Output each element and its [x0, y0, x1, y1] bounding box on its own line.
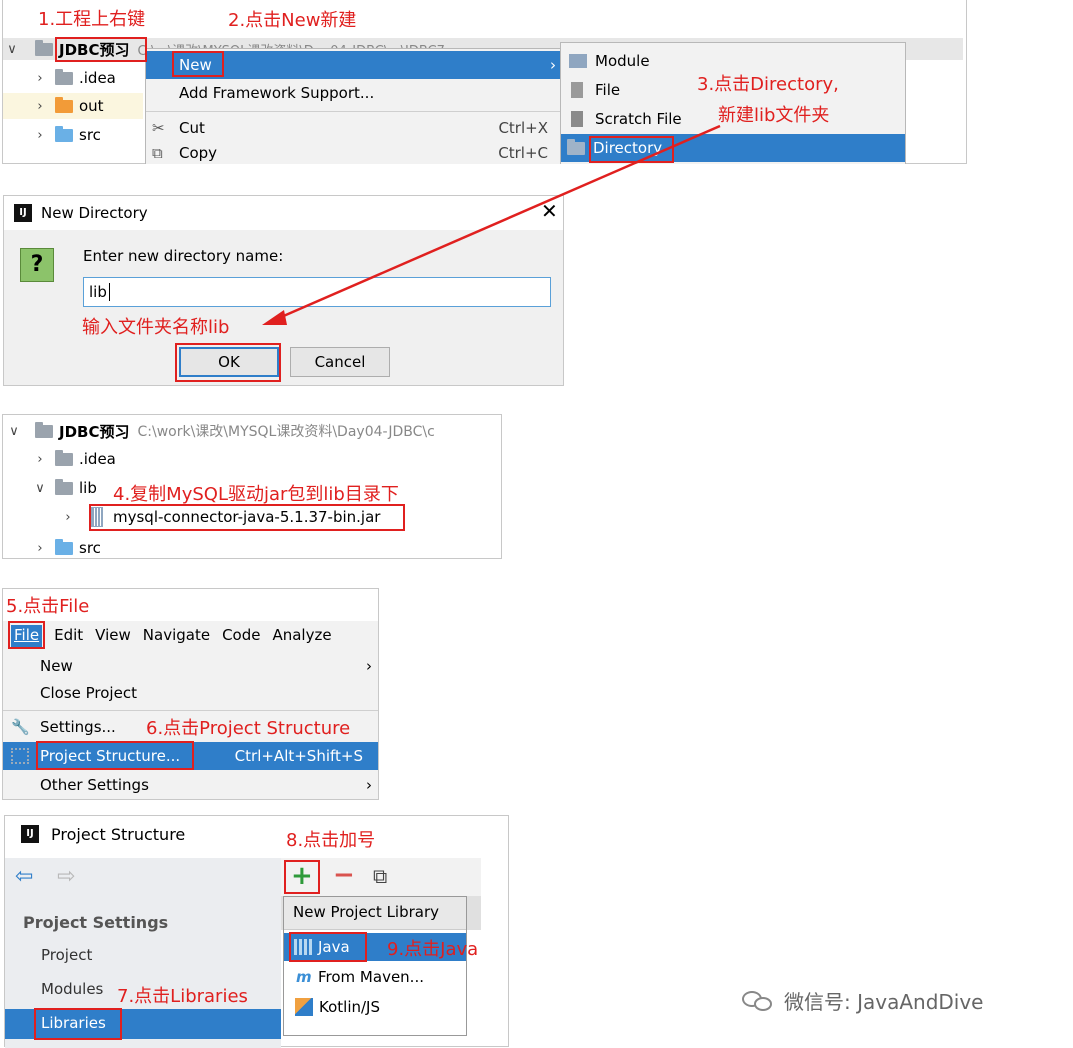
arrow-annotation — [262, 124, 721, 325]
arrow-line — [271, 124, 721, 323]
watermark: 微信号: JavaAndDive — [742, 986, 984, 1015]
arrow-head — [262, 310, 287, 325]
wechat-icon — [742, 989, 776, 1013]
watermark-text: 微信号: JavaAndDive — [784, 990, 984, 1014]
